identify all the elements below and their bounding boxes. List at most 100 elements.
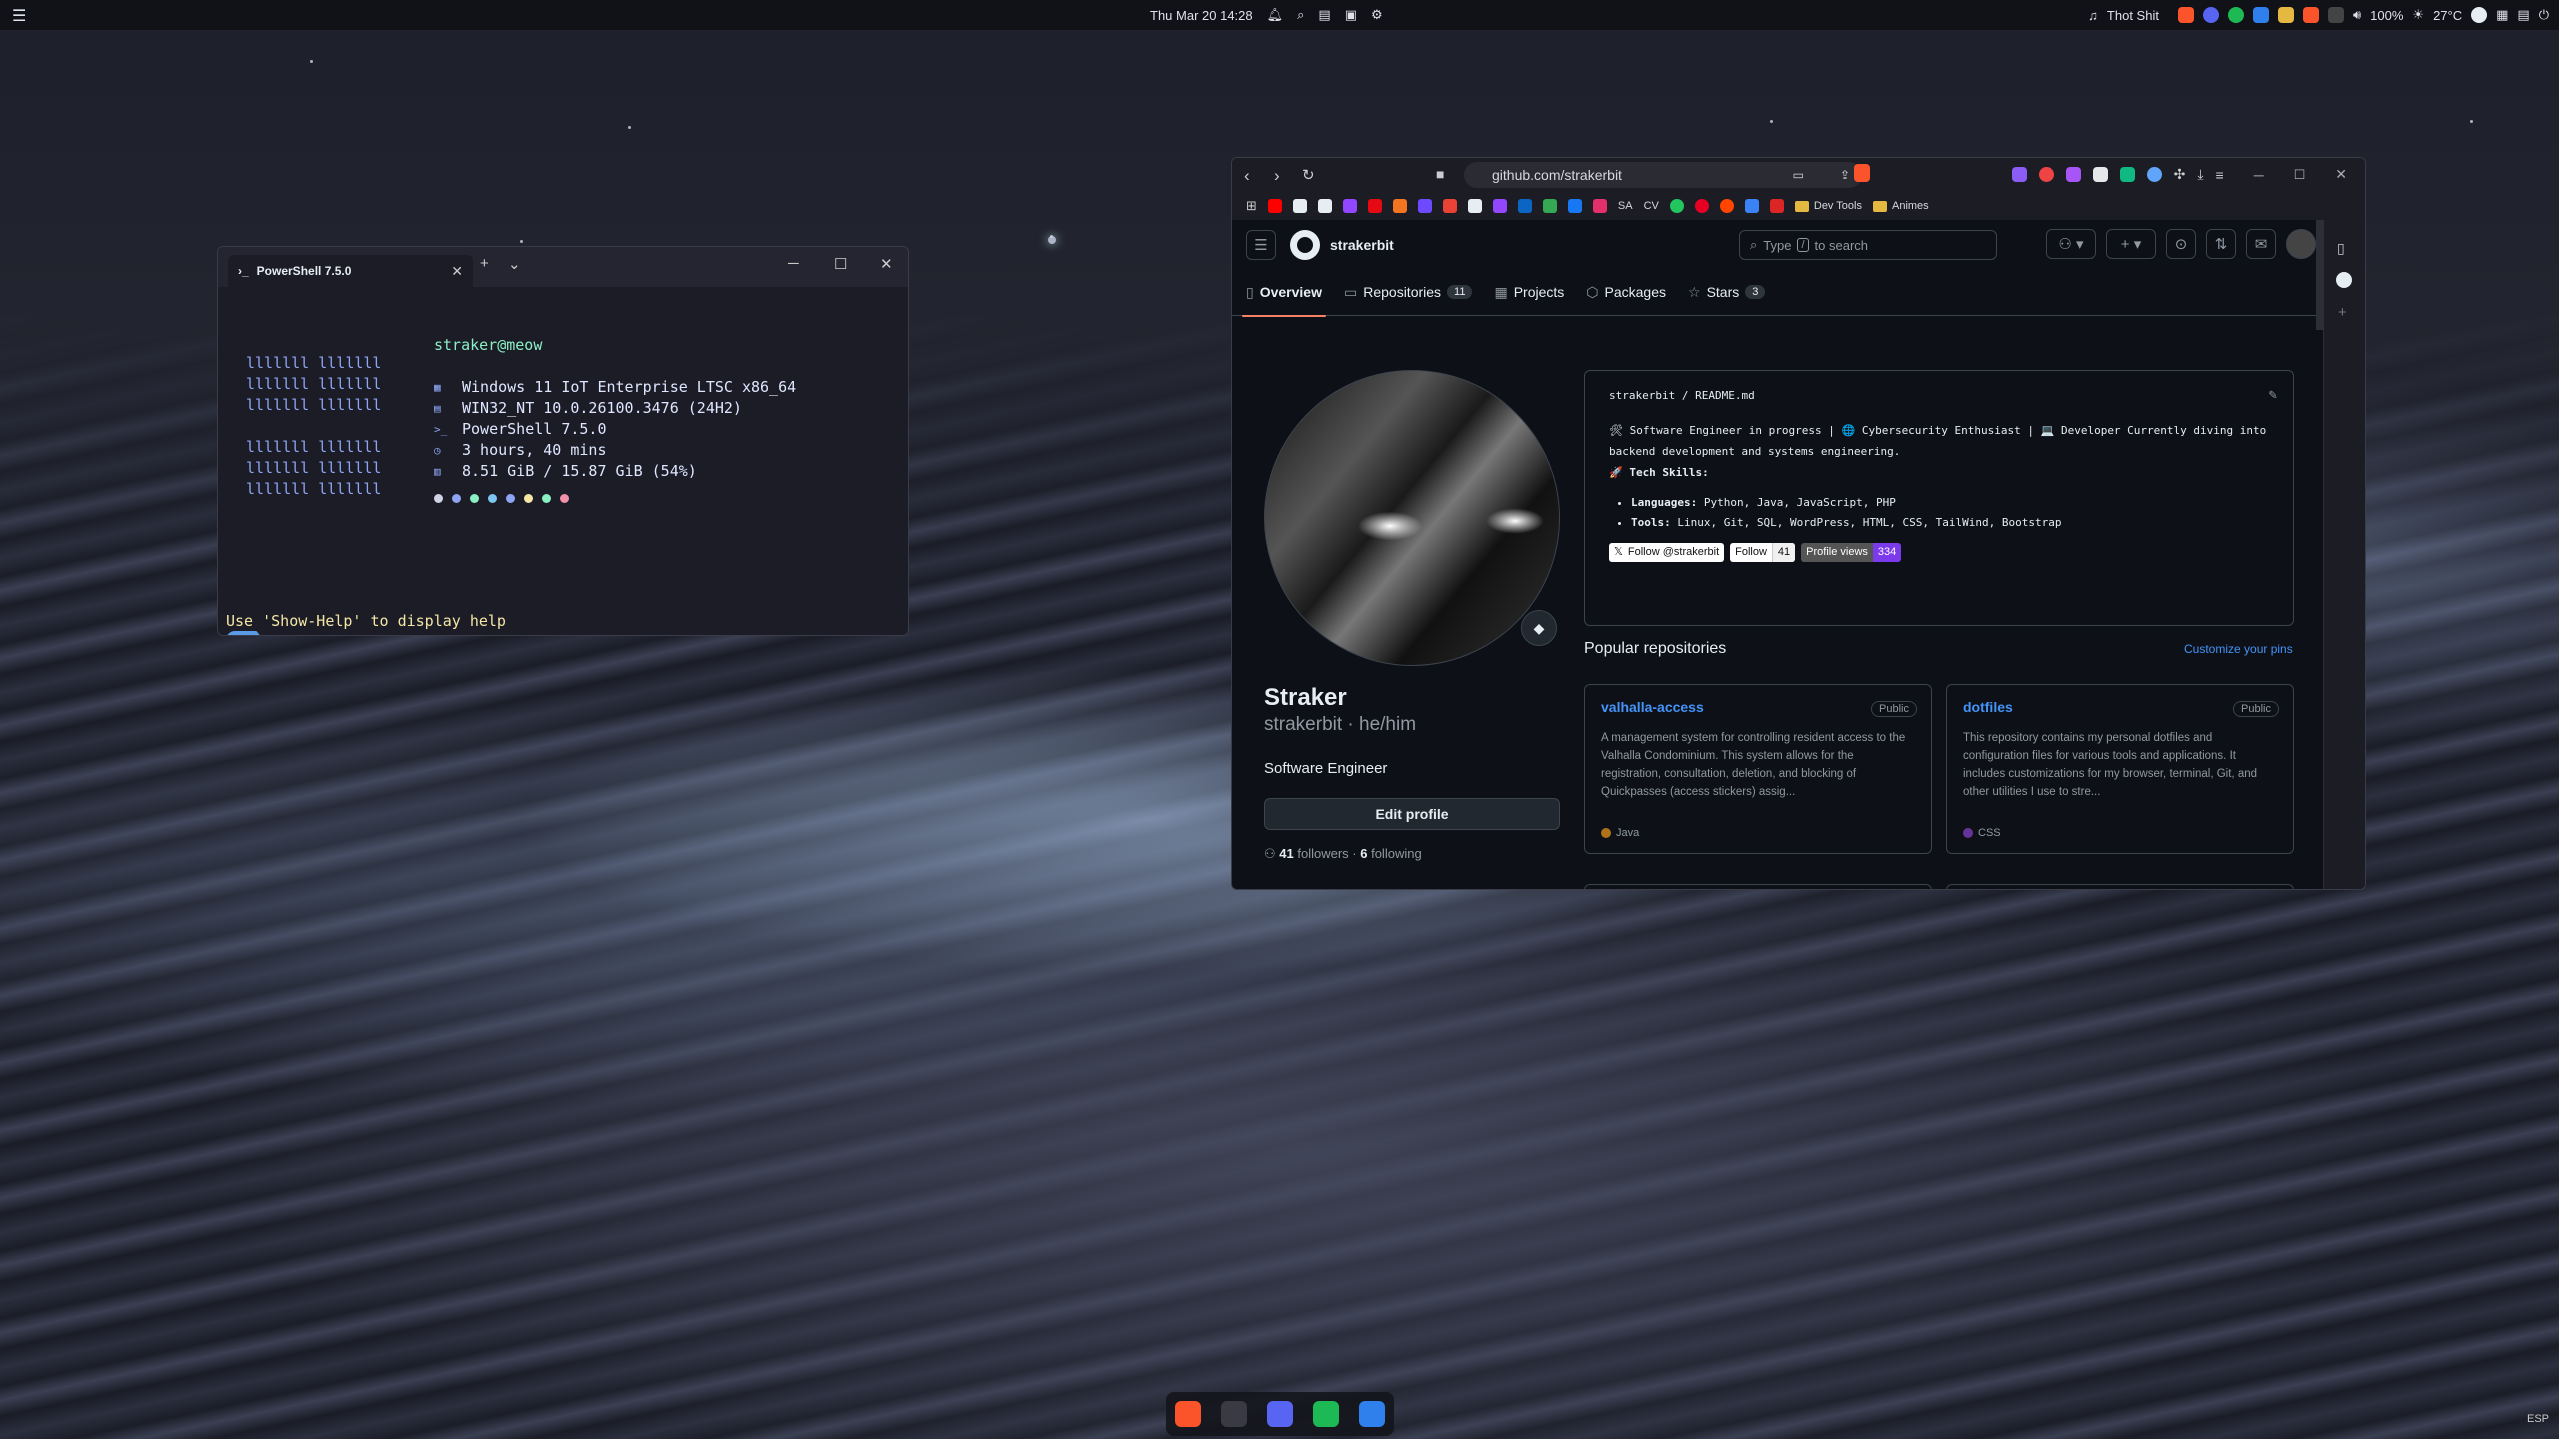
following-count[interactable]: 6 [1360,846,1367,861]
amazon-bookmark-icon[interactable] [1467,199,1482,213]
bookmark-cv[interactable]: CV [1644,200,1659,212]
github-panel-icon[interactable] [2336,272,2352,288]
paypal-icon[interactable] [1744,199,1759,213]
status-icon[interactable]: ◆ [1521,610,1557,646]
close-icon[interactable]: ✕ [2335,166,2347,183]
hamburger-icon[interactable]: ☰ [1246,229,1276,260]
header-username[interactable]: strakerbit [1330,237,1394,253]
brave-icon[interactable] [1175,1401,1201,1427]
terminal-icon[interactable] [1221,1401,1247,1427]
repo-name[interactable]: dotfiles [1963,699,2277,715]
minimize-icon[interactable]: ─ [2254,167,2264,183]
close-icon[interactable]: ✕ [880,255,893,273]
followers-label[interactable]: followers [1297,846,1348,861]
extension-icon[interactable] [2065,167,2081,182]
customize-pins-link[interactable]: Customize your pins [2184,642,2293,656]
inbox-icon[interactable]: ✉ [2246,229,2276,259]
proton-bookmark-icon[interactable] [1417,199,1432,213]
forward-icon[interactable]: › [1274,166,1280,186]
github-tray-icon[interactable] [2471,7,2488,23]
brave-tray-icon-2[interactable] [2302,7,2319,23]
pinterest-icon[interactable] [1694,199,1709,213]
cast-icon[interactable]: ▭ [1793,168,1804,182]
readme-path[interactable]: strakerbit / README.md [1609,389,2269,402]
bookmark-folder-animes[interactable]: Animes [1872,200,1929,212]
settings-icon[interactable]: ⚙ [1371,7,1383,23]
share-icon[interactable]: ⇪ [1840,168,1850,182]
volume-icon[interactable]: 🔊︎ [2353,7,2361,23]
sidebar-toggle-icon[interactable]: ▯ [2337,240,2345,257]
followers-count[interactable]: 41 [1279,846,1293,861]
x-bookmark-icon[interactable] [1317,199,1332,213]
screenshot-icon[interactable]: ▣ [1345,7,1357,23]
search-input[interactable]: ⌕ Type / to search [1739,230,1997,260]
reload-icon[interactable]: ↻ [1302,166,1315,184]
github-logo-icon[interactable] [1290,229,1320,260]
tab-projects[interactable]: ▦ Projects [1494,269,1564,316]
vscode-tray-icon[interactable] [2252,7,2269,23]
pencil-icon[interactable]: ✎ [2269,387,2277,403]
profile-avatar[interactable] [1264,370,1560,666]
create-new-icon[interactable]: + ▾ [2106,229,2156,259]
extension-icon[interactable] [2119,167,2135,182]
bookmark-folder-devtools[interactable]: Dev Tools [1794,200,1862,212]
discord-icon[interactable] [1267,1401,1293,1427]
address-bar[interactable]: github.com/strakerbit ▭ ⇪ [1464,162,1862,188]
bookmark-sa[interactable]: SA [1618,200,1633,212]
terminal-tab[interactable]: ›_ PowerShell 7.5.0 ✕ [228,255,473,287]
spotify-icon[interactable] [1313,1401,1339,1427]
tab-overview[interactable]: ▯ Overview [1242,269,1326,317]
new-tab-button[interactable]: + [480,255,489,272]
gmail-bookmark-icon[interactable] [1442,199,1457,213]
puzzle-icon[interactable]: ✣ [2174,166,2186,183]
hamburger-icon[interactable]: ☰ [12,6,26,26]
extension-icon[interactable] [2092,167,2108,182]
instagram-bookmark-icon[interactable] [1592,199,1607,213]
extension-icon[interactable] [2146,167,2162,182]
bookmark-icon[interactable] [1769,199,1784,213]
terminal-window[interactable]: ›_ PowerShell 7.5.0 ✕ + ⌄ ─ ☐ ✕ lllllll … [217,246,909,636]
tab-packages[interactable]: ⬡ Packages [1586,269,1666,316]
copilot-icon[interactable]: ⚇ ▾ [2046,229,2096,259]
bell-icon[interactable]: 🔔︎ [1267,7,1284,23]
user-avatar[interactable] [2286,229,2316,259]
following-label[interactable]: following [1371,846,1422,861]
youtube-bookmark-icon[interactable] [1267,199,1282,213]
bookmark-icon[interactable]: ■ [1436,166,1444,182]
power-icon[interactable]: ⏻ [2539,7,2549,23]
calendar-icon[interactable]: ▦ [2496,7,2508,23]
extension-icon[interactable] [2011,167,2027,182]
github-follow-badge[interactable]: Follow 41 [1730,543,1796,562]
github-bookmark-icon[interactable] [1292,199,1307,213]
edit-profile-button[interactable]: Edit profile [1264,798,1560,830]
notes-icon[interactable]: ▤ [2517,7,2529,23]
brave-tray-icon[interactable] [2177,7,2194,23]
issues-icon[interactable]: ⊙ [2166,229,2196,259]
search-icon[interactable]: ⌕ [1297,7,1304,23]
keyboard-layout[interactable]: ESP [2527,1413,2549,1425]
terminal-tray-icon[interactable] [2327,7,2344,23]
linkedin-bookmark-icon[interactable] [1517,199,1532,213]
clock[interactable]: Thu Mar 20 14:28 [1150,8,1253,23]
reddit-icon[interactable] [1719,199,1734,213]
spotify-tray-icon[interactable] [2227,7,2244,23]
twitch-bookmark-icon[interactable] [1342,199,1357,213]
folder-tray-icon[interactable] [2277,7,2294,23]
twitch2-bookmark-icon[interactable] [1492,199,1507,213]
tab-repositories[interactable]: ▭ Repositories 11 [1344,269,1473,316]
tab-stars[interactable]: ☆ Stars 3 [1688,269,1766,316]
maximize-icon[interactable]: ☐ [2294,167,2306,183]
discord-tray-icon[interactable] [2202,7,2219,23]
menu-icon[interactable]: ≡ [2216,167,2224,183]
facebook-bookmark-icon[interactable] [1567,199,1582,213]
maximize-icon[interactable]: ☐ [834,255,847,273]
pull-requests-icon[interactable]: ⇅ [2206,229,2236,259]
stats-icon[interactable]: ▤ [1318,7,1330,23]
crunchyroll-bookmark-icon[interactable] [1392,199,1407,213]
repo-name[interactable]: valhalla-access [1601,699,1915,715]
netflix-bookmark-icon[interactable] [1367,199,1382,213]
download-icon[interactable]: ⤓ [2197,166,2203,183]
vscode-icon[interactable] [1359,1401,1385,1427]
back-icon[interactable]: ‹ [1244,166,1250,186]
brave-shields-icon[interactable] [1854,164,1870,182]
